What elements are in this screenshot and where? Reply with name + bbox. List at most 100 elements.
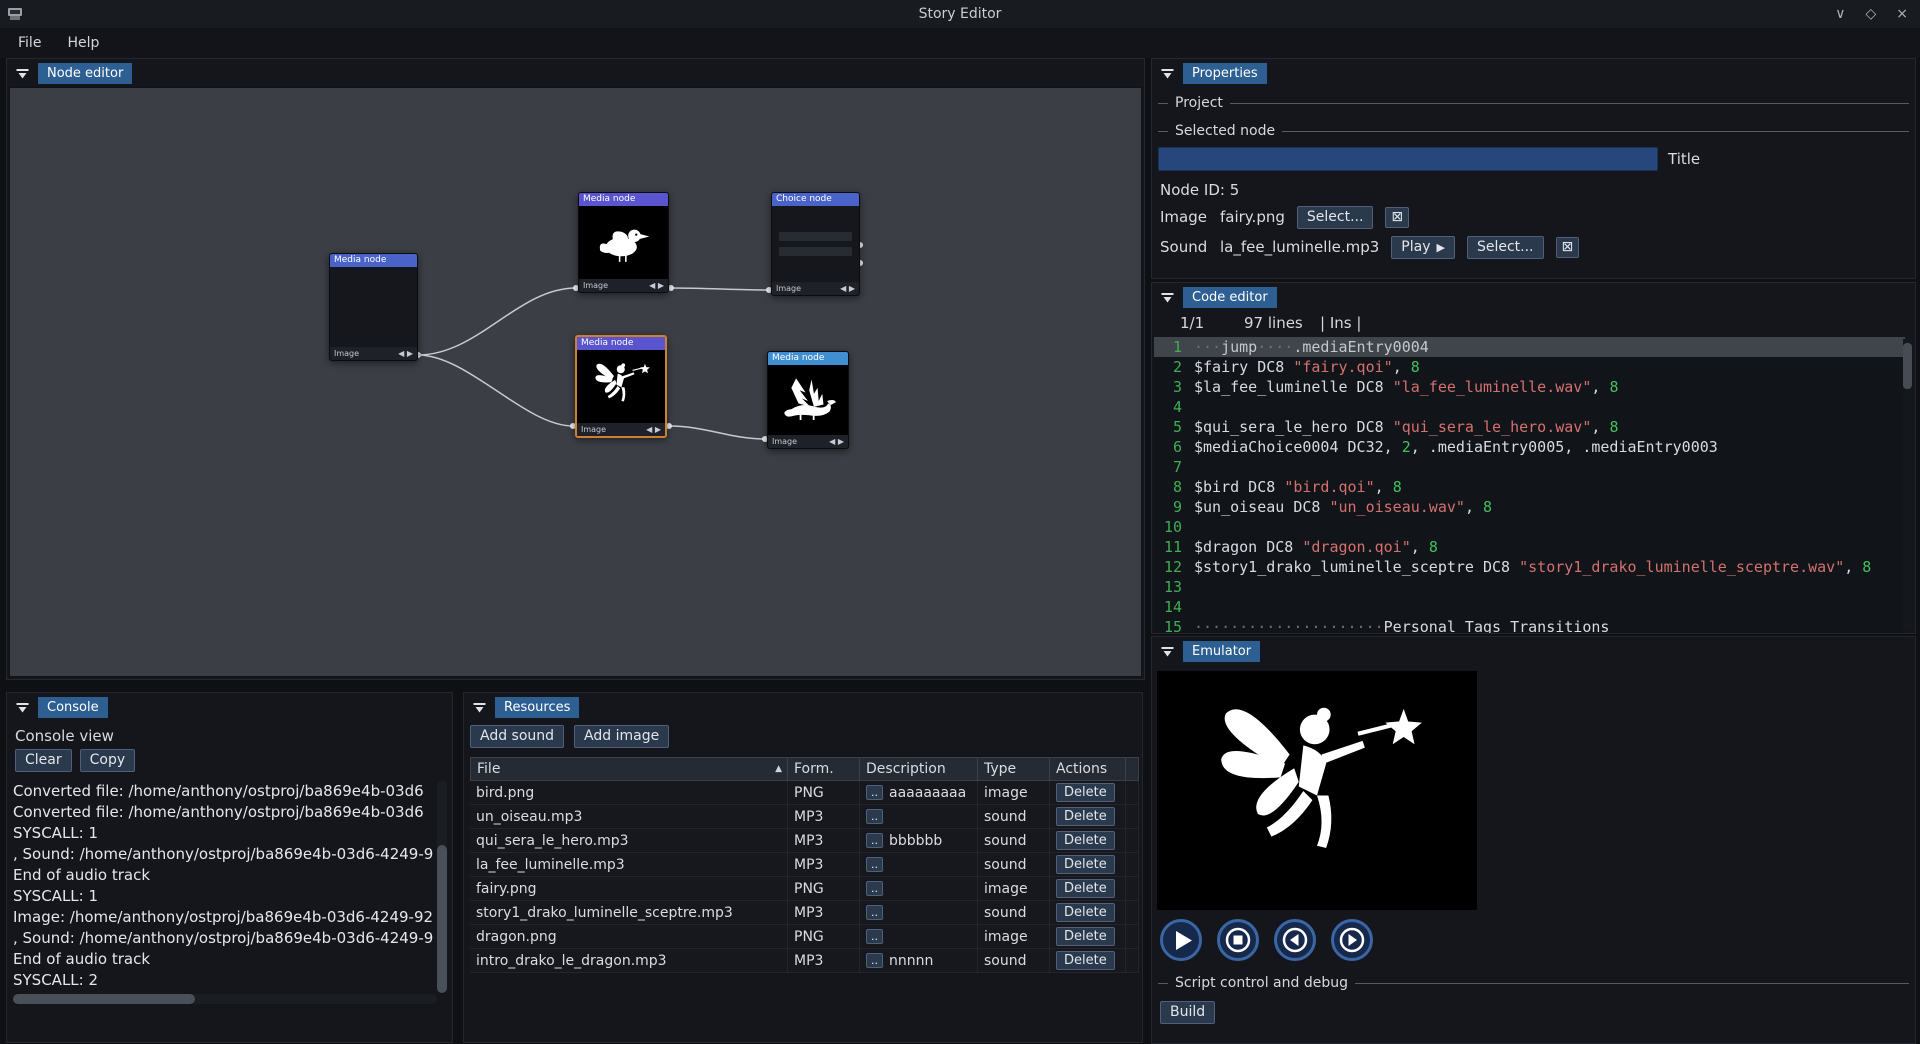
delete-button[interactable]: Delete [1056, 783, 1115, 802]
menu-file[interactable]: File [6, 31, 53, 55]
code-line[interactable]: 7 [1154, 457, 1905, 477]
cell-description: .. [860, 925, 978, 949]
sound-select-button[interactable]: Select... [1467, 236, 1544, 259]
table-row[interactable]: intro_drako_le_dragon.mp3MP3..nnnnnsound… [470, 949, 1138, 973]
node-footer-arrows[interactable]: ◀ ▶ [649, 281, 664, 290]
image-clear-button[interactable]: ⊠ [1385, 207, 1409, 228]
column-header-file[interactable]: File ▲ [470, 757, 788, 781]
panel-menu-icon[interactable] [1160, 66, 1175, 81]
node-footer-arrows[interactable]: ◀ ▶ [840, 284, 855, 293]
code-line[interactable]: 3$la_fee_luminelle DC8 "la_fee_luminelle… [1154, 377, 1905, 397]
build-button[interactable]: Build [1160, 1001, 1215, 1024]
menu-help[interactable]: Help [55, 31, 111, 55]
code-line[interactable]: 10 [1154, 517, 1905, 537]
node-footer-arrows[interactable]: ◀ ▶ [398, 349, 413, 358]
properties-title: Properties [1183, 63, 1267, 84]
node-footer: Image◀ ▶ [577, 423, 665, 436]
node-footer-label: Image [334, 349, 359, 358]
code-line[interactable]: 13 [1154, 577, 1905, 597]
description-edit-button[interactable]: .. [866, 809, 883, 824]
description-edit-button[interactable]: .. [866, 857, 883, 872]
maximize-icon[interactable]: ◇ [1865, 6, 1876, 22]
play-button[interactable]: Play ▶ [1391, 236, 1455, 259]
description-edit-button[interactable]: .. [866, 905, 883, 920]
code-line[interactable]: 12$story1_drako_luminelle_sceptre DC8 "s… [1154, 557, 1905, 577]
graph-node[interactable]: Media nodeImage◀ ▶ [767, 351, 849, 449]
table-row[interactable]: bird.pngPNG..aaaaaaaaaimageDelete [470, 781, 1138, 805]
title-input[interactable] [1158, 147, 1658, 171]
code-scrollbar-thumb[interactable] [1903, 343, 1912, 389]
code-line[interactable]: 14 [1154, 597, 1905, 617]
column-header-type[interactable]: Type [978, 757, 1050, 781]
column-header-format[interactable]: Form. [788, 757, 860, 781]
graph-node[interactable]: Media nodeImage◀ ▶ [578, 192, 669, 293]
code-line[interactable]: 9$un_oiseau DC8 "un_oiseau.wav", 8 [1154, 497, 1905, 517]
image-select-button[interactable]: Select... [1297, 206, 1374, 229]
code-line[interactable]: 6$mediaChoice0004 DC32, 2, .mediaEntry00… [1154, 437, 1905, 457]
table-row[interactable]: dragon.pngPNG..imageDelete [470, 925, 1138, 949]
add-sound-button[interactable]: Add sound [470, 725, 564, 748]
add-image-button[interactable]: Add image [574, 725, 669, 748]
panel-menu-icon[interactable] [472, 700, 487, 715]
code-line[interactable]: 15·····················Personal Tags Tra… [1154, 617, 1905, 633]
graph-node[interactable]: Media nodeImage◀ ▶ [575, 335, 667, 438]
graph-node[interactable]: Media nodeImage◀ ▶ [329, 253, 418, 361]
minimize-icon[interactable]: ∨ [1835, 6, 1845, 22]
column-header-description[interactable]: Description [860, 757, 978, 781]
vertical-scrollbar-thumb[interactable] [437, 845, 447, 993]
clear-icon: ⊠ [1562, 239, 1574, 256]
panel-menu-icon[interactable] [15, 700, 30, 715]
delete-button[interactable]: Delete [1056, 951, 1115, 970]
description-edit-button[interactable]: .. [866, 881, 883, 896]
prev-button[interactable] [1274, 919, 1316, 961]
delete-button[interactable]: Delete [1056, 807, 1115, 826]
table-row[interactable]: qui_sera_le_hero.mp3MP3..bbbbbbsoundDele… [470, 829, 1138, 853]
code-line[interactable]: 2$fairy DC8 "fairy.qoi", 8 [1154, 357, 1905, 377]
next-button[interactable] [1331, 919, 1373, 961]
description-edit-button[interactable]: .. [866, 833, 883, 848]
code-line[interactable]: 5$qui_sera_le_hero DC8 "qui_sera_le_hero… [1154, 417, 1905, 437]
panel-menu-icon[interactable] [1160, 644, 1175, 659]
stop-button[interactable] [1217, 919, 1259, 961]
delete-button[interactable]: Delete [1056, 855, 1115, 874]
description-edit-button[interactable]: .. [866, 785, 883, 800]
table-row[interactable]: la_fee_luminelle.mp3MP3..soundDelete [470, 853, 1138, 877]
graph-node[interactable]: Choice nodeImage◀ ▶ [771, 192, 860, 296]
table-row[interactable]: un_oiseau.mp3MP3..soundDelete [470, 805, 1138, 829]
description-edit-button[interactable]: .. [866, 929, 883, 944]
clear-button[interactable]: Clear [15, 749, 72, 772]
panel-menu-icon[interactable] [1160, 290, 1175, 305]
node-footer-arrows[interactable]: ◀ ▶ [829, 437, 844, 446]
delete-button[interactable]: Delete [1056, 927, 1115, 946]
console-line: End of audio track [13, 949, 437, 970]
code-lines[interactable]: 1···jump····.mediaEntry00042$fairy DC8 "… [1154, 337, 1905, 633]
table-row[interactable]: story1_drako_luminelle_sceptre.mp3MP3..s… [470, 901, 1138, 925]
code-line[interactable]: 1···jump····.mediaEntry0004 [1154, 337, 1905, 357]
console-horizontal-scrollbar[interactable] [13, 994, 437, 1004]
column-header-actions[interactable]: Actions [1050, 757, 1126, 781]
choice-option-row[interactable] [779, 232, 853, 241]
table-row[interactable]: fairy.pngPNG..imageDelete [470, 877, 1138, 901]
horizontal-scrollbar-thumb[interactable] [13, 994, 195, 1004]
console-vertical-scrollbar[interactable] [437, 781, 447, 993]
play-button[interactable] [1160, 919, 1202, 961]
code-line[interactable]: 4 [1154, 397, 1905, 417]
delete-button[interactable]: Delete [1056, 903, 1115, 922]
emulator-controls [1160, 919, 1373, 961]
cell-type: sound [978, 949, 1050, 973]
close-icon[interactable]: × [1896, 6, 1908, 22]
description-edit-button[interactable]: .. [866, 953, 883, 968]
choice-option-row[interactable] [779, 247, 853, 256]
clear-icon: ⊠ [1391, 209, 1403, 226]
code-line[interactable]: 11$dragon DC8 "dragon.qoi", 8 [1154, 537, 1905, 557]
copy-button[interactable]: Copy [80, 749, 136, 772]
image-label: Image [1160, 208, 1208, 226]
node-footer-arrows[interactable]: ◀ ▶ [646, 425, 661, 434]
node-canvas[interactable]: Media nodeImage◀ ▶ Media nodeImage◀ ▶ Choi… [9, 87, 1142, 677]
panel-menu-icon[interactable] [15, 66, 30, 81]
sound-clear-button[interactable]: ⊠ [1556, 237, 1580, 258]
delete-button[interactable]: Delete [1056, 831, 1115, 850]
code-vertical-scrollbar[interactable] [1903, 339, 1912, 629]
delete-button[interactable]: Delete [1056, 879, 1115, 898]
code-line[interactable]: 8$bird DC8 "bird.qoi", 8 [1154, 477, 1905, 497]
